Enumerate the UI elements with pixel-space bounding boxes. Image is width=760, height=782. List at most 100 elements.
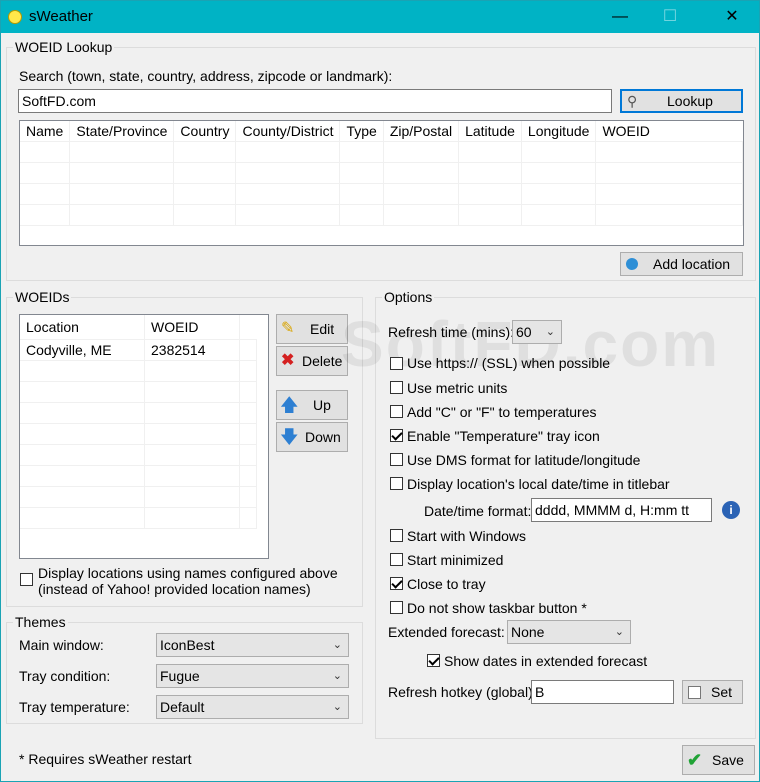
- start-min-label: Start minimized: [407, 552, 504, 568]
- display-names-line-2: (instead of Yahoo! provided location nam…: [38, 581, 311, 597]
- delete-label: Delete: [302, 353, 343, 369]
- no-taskbar-checkbox[interactable]: [390, 601, 403, 614]
- col-woeid[interactable]: WOEID: [595, 121, 743, 142]
- show-dates-checkbox[interactable]: [427, 654, 440, 667]
- close-button[interactable]: ✕: [709, 1, 755, 33]
- sweather-window: sWeather — ☐ ✕ WOEID Lookup Search (town…: [0, 0, 760, 782]
- metric-label: Use metric units: [407, 380, 508, 396]
- col-woeid-list[interactable]: WOEID: [144, 315, 240, 340]
- extended-forecast-select[interactable]: None ⌄: [507, 620, 631, 644]
- display-names-line-1: Display locations using names configured…: [38, 565, 338, 581]
- woeid-header-row: Location WOEID: [20, 315, 256, 340]
- tray-condition-select[interactable]: Fugue ⌄: [156, 664, 349, 688]
- tray-temperature-select[interactable]: Default ⌄: [156, 695, 349, 719]
- arrow-up-icon: 🡅: [280, 395, 299, 415]
- minimize-button[interactable]: —: [597, 1, 643, 33]
- chevron-down-icon: ⌄: [332, 670, 342, 682]
- enable-tray-label: Enable "Temperature" tray icon: [407, 428, 600, 444]
- col-zip[interactable]: Zip/Postal: [383, 121, 460, 142]
- main-window-label: Main window:: [19, 637, 104, 653]
- chevron-down-icon: ⌄: [332, 701, 342, 713]
- lookup-results-table[interactable]: Name State/Province Country County/Distr…: [19, 120, 744, 246]
- hotkey-label: Refresh hotkey (global):: [388, 684, 537, 700]
- display-names-label: Display locations using names configured…: [38, 565, 338, 597]
- use-https-checkbox[interactable]: [390, 357, 403, 370]
- delete-button[interactable]: ✖ Delete: [276, 346, 348, 376]
- chevron-down-icon: ⌄: [332, 639, 342, 651]
- add-cf-label: Add "C" or "F" to temperatures: [407, 404, 597, 420]
- edit-label: Edit: [310, 321, 335, 337]
- list-item[interactable]: Codyville, ME 2382514: [20, 339, 257, 361]
- lookup-header-row: Name State/Province Country County/Distr…: [20, 121, 743, 142]
- add-location-label: Add location: [653, 256, 731, 272]
- up-label: Up: [313, 397, 331, 413]
- woeids-title: WOEIDs: [13, 289, 72, 305]
- extended-forecast-value: None: [511, 624, 545, 640]
- edit-button[interactable]: ✎ Edit: [276, 314, 348, 344]
- themes-title: Themes: [13, 614, 68, 630]
- woeid-lookup-title: WOEID Lookup: [13, 39, 115, 55]
- local-date-checkbox[interactable]: [390, 477, 403, 490]
- hotkey-input[interactable]: B: [531, 680, 674, 704]
- use-https-label: Use https:// (SSL) when possible: [407, 355, 611, 371]
- set-hotkey-button[interactable]: Set: [682, 680, 743, 704]
- col-type[interactable]: Type: [339, 121, 384, 142]
- datetime-format-label: Date/time format:: [424, 503, 532, 519]
- refresh-time-select[interactable]: 60 ⌄: [512, 320, 562, 344]
- col-location[interactable]: Location: [20, 315, 145, 340]
- datetime-format-input[interactable]: dddd, MMMM d, H:mm tt: [531, 498, 712, 522]
- set-label: Set: [711, 684, 733, 700]
- add-cf-checkbox[interactable]: [390, 405, 403, 418]
- restart-note: * Requires sWeather restart: [19, 751, 192, 767]
- dms-checkbox[interactable]: [390, 453, 403, 466]
- arrow-down-icon: 🡇: [280, 427, 299, 447]
- extended-forecast-label: Extended forecast:: [388, 624, 505, 640]
- start-windows-checkbox[interactable]: [390, 529, 403, 542]
- refresh-time-label: Refresh time (mins):: [388, 324, 515, 340]
- no-taskbar-label: Do not show taskbar button *: [407, 600, 587, 616]
- location-cell: Codyville, ME: [20, 339, 145, 361]
- search-icon: ⚲: [627, 93, 638, 109]
- maximize-button: ☐: [662, 8, 678, 25]
- add-location-button[interactable]: Add location: [620, 252, 743, 276]
- lookup-button-label: Lookup: [667, 93, 713, 109]
- col-country[interactable]: Country: [173, 121, 237, 142]
- globe-icon: [626, 258, 638, 270]
- show-dates-label: Show dates in extended forecast: [444, 653, 648, 669]
- col-state[interactable]: State/Province: [69, 121, 175, 142]
- display-names-checkbox[interactable]: [20, 573, 33, 586]
- col-name[interactable]: Name: [20, 121, 71, 142]
- col-latitude[interactable]: Latitude: [458, 121, 522, 142]
- enable-tray-checkbox[interactable]: [390, 429, 403, 442]
- search-label: Search (town, state, country, address, z…: [19, 68, 393, 84]
- tray-condition-value: Fugue: [160, 668, 200, 684]
- start-windows-label: Start with Windows: [407, 528, 527, 544]
- keyboard-icon: [688, 686, 701, 699]
- dms-label: Use DMS format for latitude/longitude: [407, 452, 641, 468]
- pencil-icon: ✎: [281, 320, 295, 337]
- sun-icon: [8, 10, 22, 24]
- info-icon[interactable]: i: [722, 501, 740, 519]
- col-longitude[interactable]: Longitude: [521, 121, 597, 142]
- start-min-checkbox[interactable]: [390, 553, 403, 566]
- close-tray-checkbox[interactable]: [390, 577, 403, 590]
- tray-condition-label: Tray condition:: [19, 668, 111, 684]
- main-window-select[interactable]: IconBest ⌄: [156, 633, 349, 657]
- woeid-cell: 2382514: [144, 339, 240, 361]
- down-button[interactable]: 🡇 Down: [276, 422, 348, 452]
- woeid-list[interactable]: Location WOEID Codyville, ME 2382514: [19, 314, 269, 559]
- tray-temperature-label: Tray temperature:: [19, 699, 130, 715]
- search-input[interactable]: SoftFD.com: [18, 89, 612, 113]
- lookup-button[interactable]: ⚲ Lookup: [620, 89, 743, 113]
- down-label: Down: [305, 429, 341, 445]
- chevron-down-icon: ⌄: [614, 626, 624, 638]
- window-title: sWeather: [29, 8, 93, 25]
- chevron-down-icon: ⌄: [545, 326, 555, 338]
- save-button[interactable]: ✔ Save: [682, 745, 755, 775]
- options-title: Options: [382, 289, 435, 305]
- title-bar: sWeather — ☐ ✕: [1, 1, 759, 33]
- metric-checkbox[interactable]: [390, 381, 403, 394]
- close-tray-label: Close to tray: [407, 576, 486, 592]
- col-county[interactable]: County/District: [235, 121, 341, 142]
- up-button[interactable]: 🡅 Up: [276, 390, 348, 420]
